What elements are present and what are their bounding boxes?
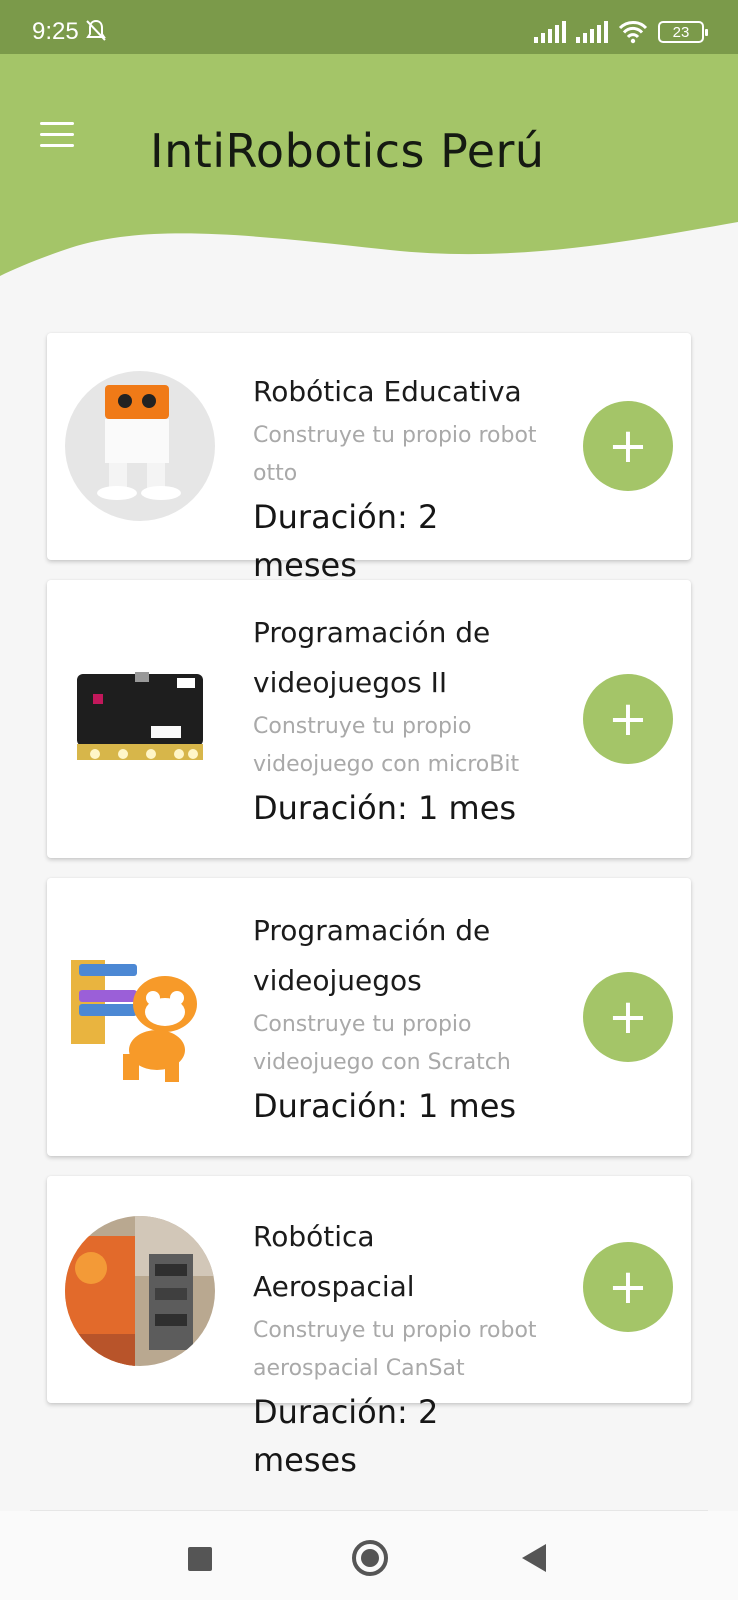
course-description: Construye tu propio videojuego con micro… <box>253 714 520 777</box>
course-duration: Duración: 2 meses <box>253 498 439 584</box>
add-course-button[interactable]: + <box>583 972 673 1062</box>
otto-robot-image <box>65 371 215 521</box>
add-course-button[interactable]: + <box>583 1242 673 1332</box>
course-text: Programación de videojuegos Construye tu… <box>253 906 541 1130</box>
plus-icon: + <box>607 1259 649 1315</box>
signal-icon <box>534 21 566 43</box>
course-title: Programación de videojuegos <box>253 914 491 997</box>
app-title: IntiRobotics Perú <box>150 124 545 178</box>
course-description: Construye tu propio robot otto <box>253 423 537 486</box>
course-card[interactable]: Robótica Educativa Construye tu propio r… <box>47 333 691 584</box>
course-card[interactable]: Programación de videojuegos Construye tu… <box>47 878 691 1156</box>
battery-level: 23 <box>672 23 690 41</box>
course-card[interactable]: Programación de videojuegos II Construye… <box>47 580 691 858</box>
wifi-icon <box>618 21 648 44</box>
course-text: Robótica Aerospacial Construye tu propio… <box>253 1212 541 1484</box>
add-course-button[interactable]: + <box>583 401 673 491</box>
cansat-photo-image <box>65 1216 215 1366</box>
course-description: Construye tu propio robot aerospacial Ca… <box>253 1318 537 1381</box>
course-duration: Duración: 1 mes <box>253 1087 517 1125</box>
course-card[interactable]: Robótica Aerospacial Construye tu propio… <box>47 1176 691 1479</box>
course-text: Programación de videojuegos II Construye… <box>253 608 541 832</box>
bell-muted-icon <box>86 19 106 41</box>
course-title: Programación de videojuegos II <box>253 616 491 699</box>
course-title: Robótica Aerospacial <box>253 1220 415 1303</box>
plus-icon: + <box>607 989 649 1045</box>
back-icon[interactable] <box>522 1544 546 1572</box>
recent-apps-icon[interactable] <box>188 1547 212 1571</box>
course-duration: Duración: 1 mes <box>253 789 517 827</box>
signal-icon <box>576 21 608 43</box>
scratch-cat-image <box>65 942 215 1092</box>
status-bar: 9:25 23 <box>0 0 738 54</box>
status-icons: 23 <box>534 20 708 44</box>
status-time: 9:25 <box>32 18 79 45</box>
course-title: Robótica Educativa <box>253 375 522 408</box>
plus-icon: + <box>607 691 649 747</box>
add-course-button[interactable]: + <box>583 674 673 764</box>
home-icon[interactable] <box>352 1540 388 1576</box>
microbit-board-image <box>65 644 215 794</box>
course-description: Construye tu propio videojuego con Scrat… <box>253 1012 511 1075</box>
battery-icon: 23 <box>658 21 708 43</box>
course-text: Robótica Educativa Construye tu propio r… <box>253 367 541 589</box>
plus-icon: + <box>607 418 649 474</box>
menu-icon[interactable] <box>40 122 80 152</box>
course-duration: Duración: 2 meses <box>253 1393 439 1479</box>
